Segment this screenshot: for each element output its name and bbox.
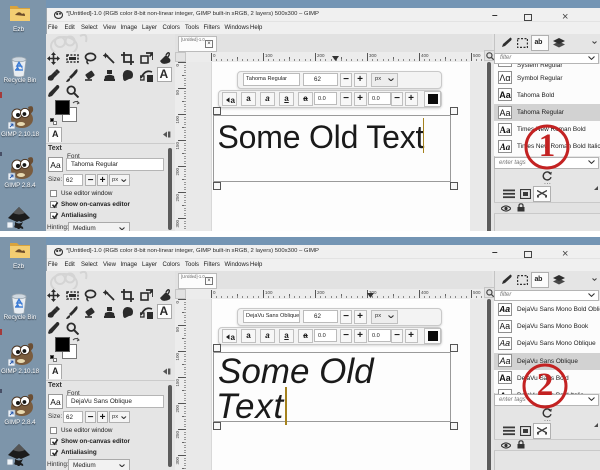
svg-text:a: a xyxy=(231,96,236,105)
svg-text:a: a xyxy=(231,333,236,342)
